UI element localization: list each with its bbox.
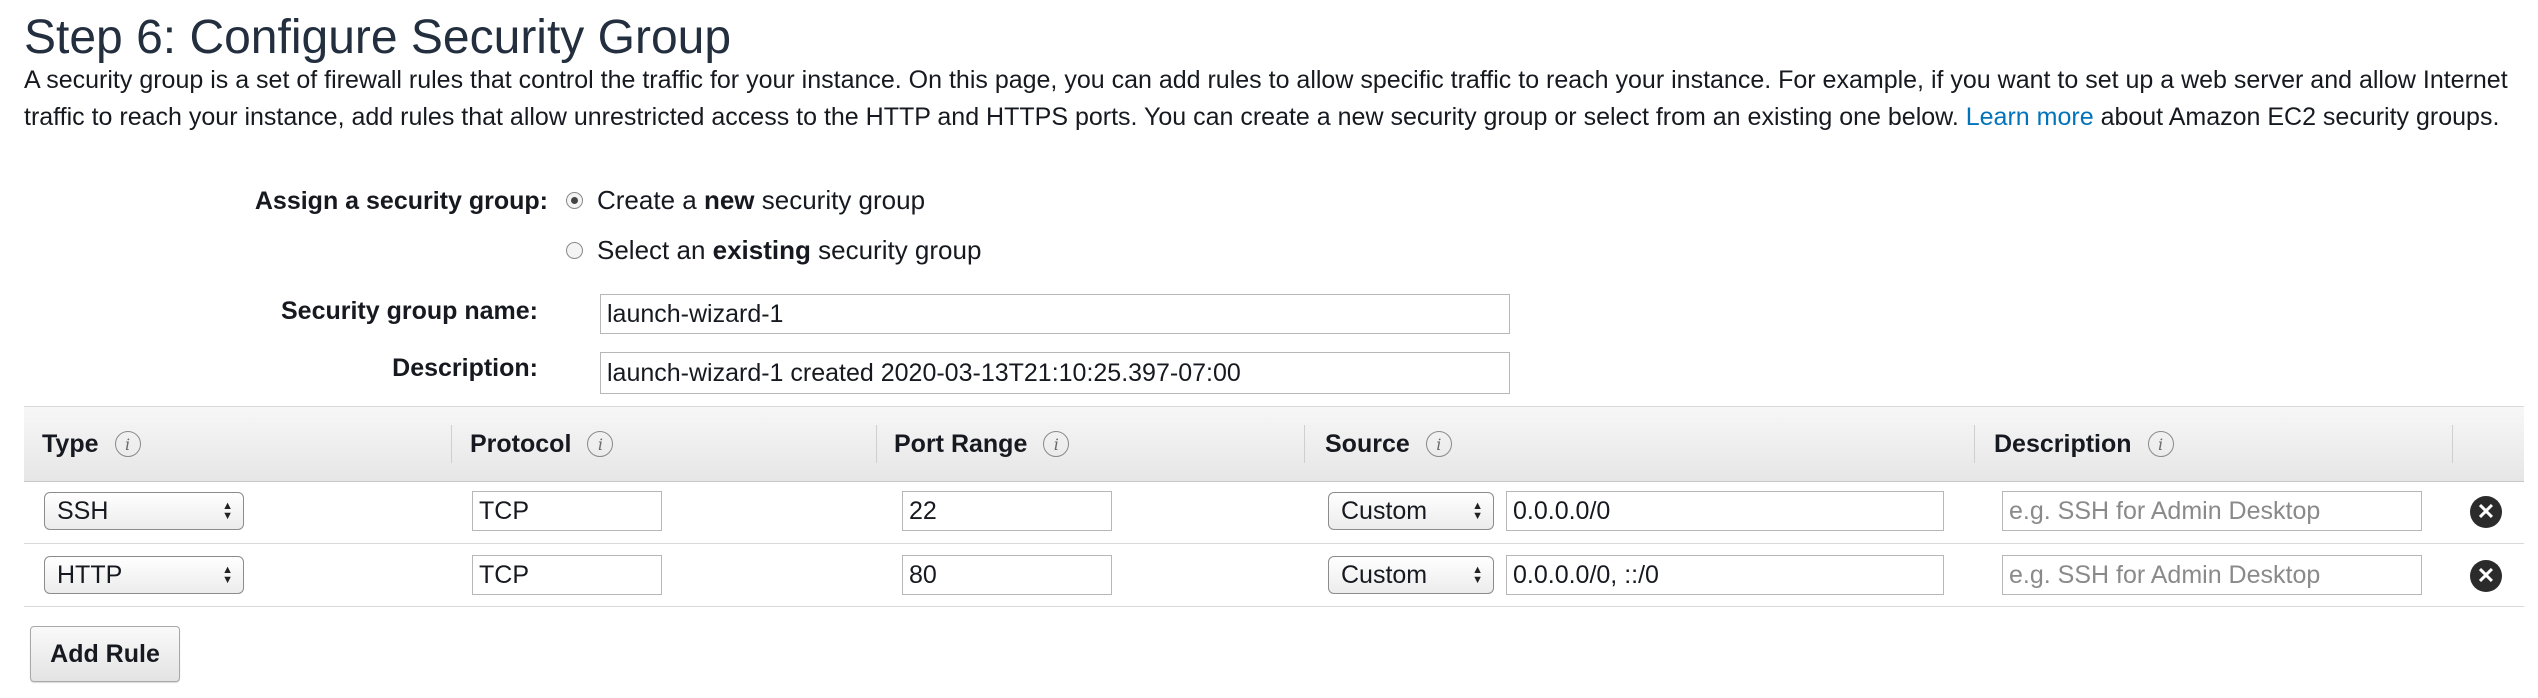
column-divider [1304, 425, 1305, 463]
column-header-description: Description i [1994, 407, 2174, 481]
option-existing-prefix: Select an [597, 235, 713, 265]
description-label: Description: [392, 354, 538, 382]
info-icon[interactable]: i [1043, 431, 1070, 457]
assign-security-group-label: Assign a security group: [254, 187, 548, 215]
add-rule-button[interactable]: Add Rule [30, 626, 180, 682]
select-arrows-icon: ▲ ▼ [1472, 500, 1483, 522]
select-arrows-icon: ▲ ▼ [222, 500, 233, 522]
info-icon[interactable]: i [2147, 431, 2174, 457]
rule-source-cidr-input[interactable]: 0.0.0.0/0, ::/0 [1506, 555, 1944, 595]
option-new-prefix: Create a [597, 185, 704, 215]
radio-create-new-group[interactable]: Create a new security group [566, 185, 925, 216]
description-input[interactable]: launch-wizard-1 created 2020-03-13T21:10… [600, 352, 1510, 394]
option-existing-bold: existing [712, 235, 811, 265]
page-title: Step 6: Configure Security Group [24, 11, 732, 64]
learn-more-link[interactable]: Learn more [1966, 103, 2094, 131]
info-icon[interactable]: i [587, 431, 614, 457]
radio-button-unchecked[interactable] [566, 242, 583, 259]
delete-rule-icon[interactable]: ✕ [2470, 560, 2502, 592]
column-header-source: Source i [1325, 407, 1452, 481]
column-header-type: Type i [42, 407, 141, 481]
rule-protocol-field[interactable]: TCP [472, 491, 662, 531]
column-divider [876, 425, 877, 463]
rule-port-range-field[interactable]: 80 [902, 555, 1112, 595]
rules-table-header: Type i Protocol i Port Range i Source i … [24, 406, 2524, 482]
column-divider [2452, 425, 2453, 463]
row-divider [24, 606, 2524, 607]
rule-type-select[interactable]: HTTP ▲ ▼ [44, 556, 244, 594]
rule-source-select[interactable]: Custom ▲ ▼ [1328, 556, 1494, 594]
rule-source-select[interactable]: Custom ▲ ▼ [1328, 492, 1494, 530]
security-group-name-label: Security group name: [281, 297, 538, 325]
radio-select-existing-group[interactable]: Select an existing security group [566, 235, 981, 266]
info-icon[interactable]: i [114, 431, 141, 457]
rule-source-cidr-input[interactable]: 0.0.0.0/0 [1506, 491, 1944, 531]
rule-description-input[interactable]: e.g. SSH for Admin Desktop [2002, 491, 2422, 531]
rule-description-input[interactable]: e.g. SSH for Admin Desktop [2002, 555, 2422, 595]
rule-port-range-field[interactable]: 22 [902, 491, 1112, 531]
option-existing-suffix: security group [810, 235, 982, 265]
column-header-port-range: Port Range i [894, 407, 1070, 481]
column-divider [1974, 425, 1975, 463]
intro-paragraph: A security group is a set of firewall ru… [24, 62, 2514, 136]
radio-button-checked[interactable] [566, 192, 583, 209]
column-divider [451, 425, 452, 463]
select-arrows-icon: ▲ ▼ [1472, 564, 1483, 586]
intro-suffix: about Amazon EC2 security groups. [2100, 103, 2500, 131]
column-header-protocol: Protocol i [470, 407, 614, 481]
option-new-suffix: security group [754, 185, 926, 215]
rule-protocol-field[interactable]: TCP [472, 555, 662, 595]
rule-type-select[interactable]: SSH ▲ ▼ [44, 492, 244, 530]
option-new-bold: new [703, 185, 755, 215]
row-divider [24, 543, 2524, 544]
info-icon[interactable]: i [1425, 431, 1452, 457]
security-group-name-input[interactable]: launch-wizard-1 [600, 294, 1510, 334]
delete-rule-icon[interactable]: ✕ [2470, 496, 2502, 528]
select-arrows-icon: ▲ ▼ [222, 564, 233, 586]
